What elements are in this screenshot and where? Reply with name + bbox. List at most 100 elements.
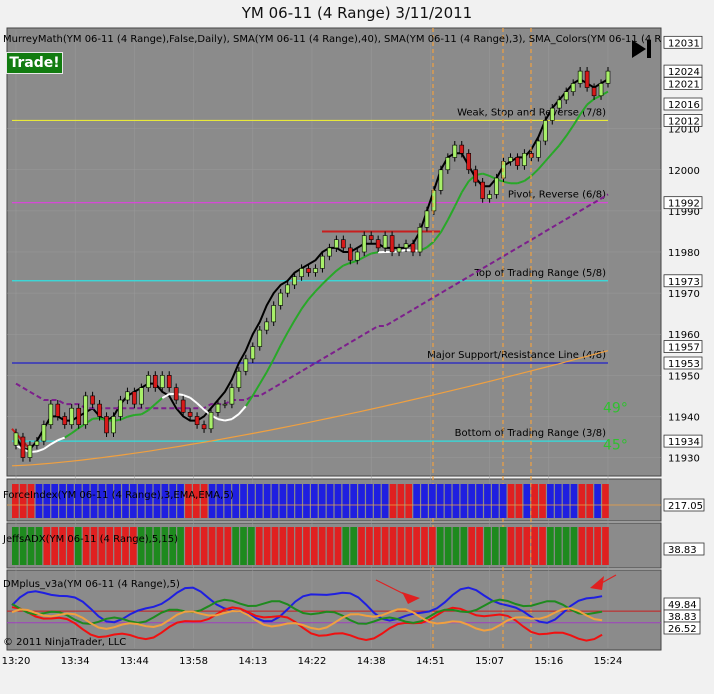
candle-body	[194, 416, 200, 425]
force-bar	[523, 484, 531, 518]
candle-body	[375, 239, 381, 249]
adx-bar	[12, 527, 19, 565]
price-box-label: 12031	[668, 38, 700, 49]
force-bar	[366, 484, 373, 518]
candle-body	[348, 247, 353, 261]
candle-body	[306, 268, 311, 273]
x-tick-label: 15:07	[475, 656, 504, 667]
adx-bar	[484, 527, 491, 565]
y-tick-label: 11960	[668, 330, 700, 341]
candle-body	[334, 239, 339, 249]
x-tick-label: 13:34	[61, 656, 90, 667]
price-box-label: 12012	[668, 116, 700, 127]
x-tick-label: 15:16	[534, 656, 563, 667]
force-bar	[287, 484, 295, 518]
adx-bar	[192, 527, 200, 565]
force-bar	[413, 484, 420, 518]
candle-body	[201, 424, 207, 430]
candle-body	[27, 444, 33, 458]
y-tick-label: 11980	[668, 248, 700, 259]
adx-bar	[539, 527, 546, 565]
force-bar	[271, 484, 279, 518]
play-icon[interactable]	[630, 38, 654, 60]
candle-body	[424, 210, 430, 228]
candle-body	[549, 107, 555, 121]
adx-bar	[248, 527, 255, 565]
candle-body	[236, 370, 242, 388]
adx-bar	[547, 527, 554, 565]
adx-value-label: 38.83	[668, 545, 697, 556]
adx-bar	[67, 527, 74, 565]
force-bar	[240, 484, 247, 518]
chart-canvas: 1193011940119501196011970119801199012000…	[2, 27, 705, 667]
candle-body	[229, 387, 235, 405]
murrey-level-label: Bottom of Trading Range (3/8)	[455, 428, 606, 439]
adx-bar	[35, 527, 43, 565]
adx-bar	[444, 527, 452, 565]
force-bar	[539, 484, 546, 518]
adx-bar	[224, 527, 232, 565]
price-box-label: 11934	[668, 437, 700, 448]
candle-body	[243, 358, 249, 372]
adx-bar	[232, 527, 239, 565]
price-legend: MurreyMath(YM 06-11 (4 Range),False,Dail…	[3, 34, 661, 45]
adx-bar	[177, 527, 184, 565]
adx-bar	[523, 527, 531, 565]
force-bar	[586, 484, 594, 518]
candle-body	[487, 194, 492, 199]
candle-body	[13, 432, 19, 446]
force-bar	[515, 484, 523, 518]
adx-bar	[98, 527, 106, 565]
force-bar	[499, 484, 507, 518]
force-bar	[405, 484, 413, 518]
dmplus-value-label: 49.84	[668, 600, 697, 611]
candle-body	[222, 403, 228, 406]
x-tick-label: 13:20	[2, 656, 31, 667]
chart-root: YM 06-11 (4 Range) 3/11/2011 11930 11940 1…	[0, 0, 714, 694]
adx-bar	[255, 527, 263, 565]
adx-bar	[74, 527, 82, 565]
force-bar	[342, 484, 350, 518]
x-tick-label: 13:58	[179, 656, 208, 667]
adx-bar	[554, 527, 562, 565]
force-bar	[381, 484, 389, 518]
candle-body	[605, 70, 611, 84]
adx-bar	[130, 527, 137, 565]
adx-bar	[318, 527, 326, 565]
adx-bar	[405, 527, 413, 565]
force-bar	[547, 484, 554, 518]
force-bar	[350, 484, 358, 518]
adx-bar	[389, 527, 397, 565]
candle-body	[556, 99, 562, 109]
candle-body	[320, 255, 325, 269]
force-bar	[531, 484, 538, 518]
force-bar	[444, 484, 452, 518]
candle-body	[285, 284, 290, 294]
copyright-label: © 2011 NinjaTrader, LLC	[3, 637, 126, 648]
adx-bar	[499, 527, 507, 565]
candle-body	[69, 407, 75, 425]
adx-bar	[216, 527, 224, 565]
force-bar	[421, 484, 428, 518]
force-bar	[594, 484, 601, 518]
candle-body	[341, 239, 346, 249]
adx-bar	[311, 527, 318, 565]
adx-bar	[397, 527, 405, 565]
candle-body	[97, 403, 102, 417]
candle-body	[591, 87, 597, 97]
candle-body	[417, 227, 423, 253]
force-bar	[570, 484, 578, 518]
candle-body	[508, 157, 513, 162]
adx-bar	[43, 527, 51, 565]
adx-bar	[452, 527, 460, 565]
force-bar	[429, 484, 436, 518]
price-box-label: 12016	[668, 100, 700, 111]
y-tick-label: 12000	[668, 166, 700, 177]
force-bar	[334, 484, 342, 518]
x-tick-label: 14:22	[298, 656, 327, 667]
candle-body	[480, 181, 485, 199]
adx-bar	[114, 527, 121, 565]
candle-body	[313, 268, 318, 273]
force-bar	[295, 484, 302, 518]
trade-button[interactable]: Trade!	[6, 52, 63, 74]
